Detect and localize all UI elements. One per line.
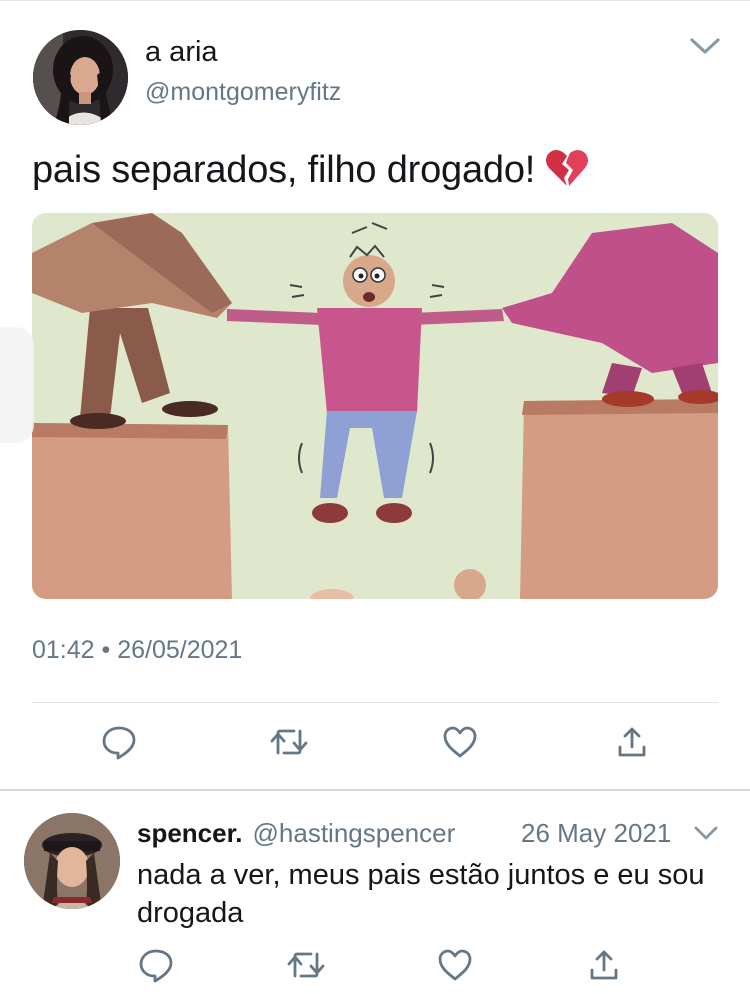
- share-icon[interactable]: [612, 722, 652, 762]
- tweet-actions: [0, 945, 750, 991]
- tweet-text: pais separados, filho drogado!: [32, 148, 589, 192]
- avatar[interactable]: [33, 30, 128, 125]
- section-divider: [0, 789, 750, 791]
- broken-heart-icon: [545, 148, 589, 188]
- reply-icon[interactable]: [136, 945, 176, 985]
- side-handle[interactable]: [0, 327, 34, 443]
- reply-text: nada a ver, meus pais estão juntos e eu …: [137, 859, 705, 929]
- like-icon[interactable]: [435, 945, 475, 985]
- tweet-text-content: pais separados, filho drogado!: [32, 149, 536, 191]
- chevron-down-icon[interactable]: [688, 34, 722, 58]
- chevron-down-icon[interactable]: [692, 823, 720, 843]
- reply-header: spencer. @hastingspencer: [137, 818, 455, 849]
- retweet-icon[interactable]: [286, 945, 326, 985]
- divider: [32, 702, 718, 703]
- author-name[interactable]: spencer.: [137, 818, 243, 848]
- reply-icon[interactable]: [99, 722, 139, 762]
- retweet-icon[interactable]: [269, 722, 309, 762]
- reply-date[interactable]: 26 May 2021: [521, 818, 671, 849]
- share-icon[interactable]: [584, 945, 624, 985]
- tweet-image[interactable]: [32, 213, 718, 599]
- author-handle[interactable]: @montgomeryfitz: [145, 78, 341, 107]
- author-handle[interactable]: @hastingspencer: [253, 818, 456, 848]
- avatar[interactable]: [24, 813, 120, 909]
- like-icon[interactable]: [440, 722, 480, 762]
- author-name[interactable]: a aria: [145, 36, 218, 69]
- tweet-timestamp[interactable]: 01:42 • 26/05/2021: [32, 636, 242, 665]
- tweet-actions: [0, 722, 750, 768]
- main-tweet: a aria @montgomeryfitz pais separados, f…: [0, 0, 750, 790]
